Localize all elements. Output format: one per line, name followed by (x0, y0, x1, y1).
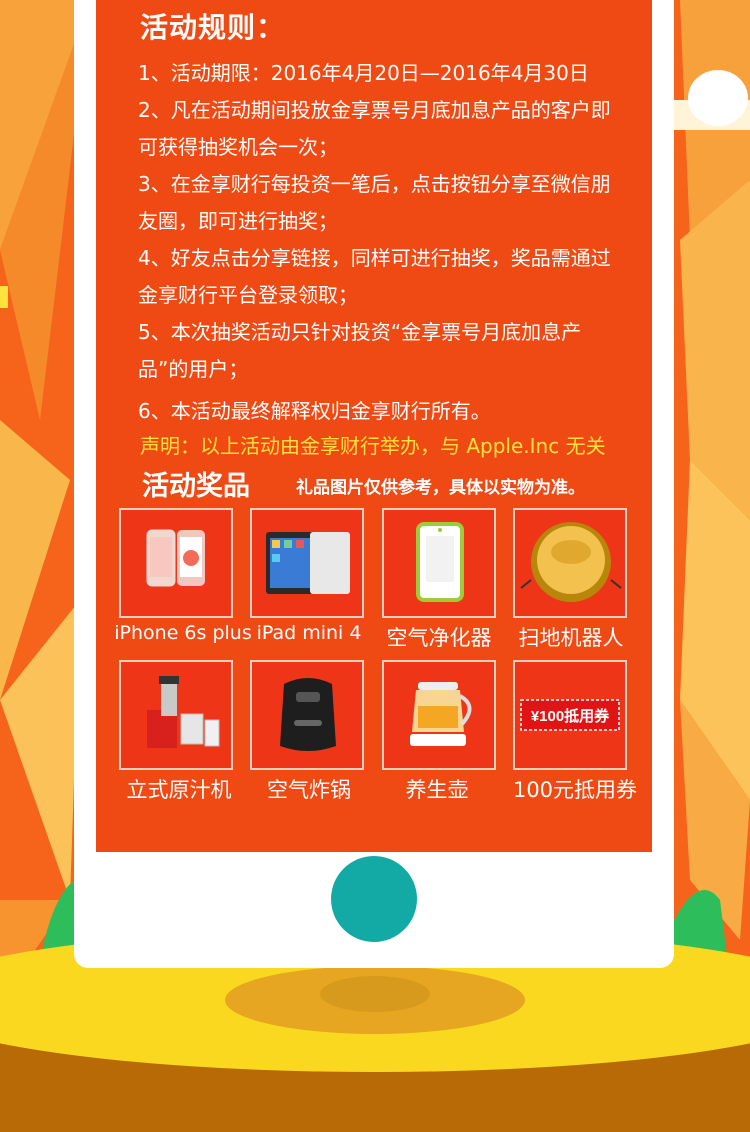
prizes-title: 活动奖品 (142, 471, 250, 502)
prize-tile-air-fryer[interactable] (250, 660, 364, 770)
prize-tile-air-purifier[interactable] (382, 508, 496, 618)
prize-label-ipad: iPad mini 4 (256, 622, 362, 644)
prize-tile-iphone[interactable] (119, 508, 233, 618)
home-button[interactable] (331, 856, 417, 942)
air-fryer-icon (280, 678, 336, 751)
rule-item-1: 1、活动期限：2016年4月20日—2016年4月30日 (138, 61, 589, 85)
disclaimer-statement: 声明：以上活动由金享财行举办，与 Apple.Inc 无关 (140, 434, 606, 458)
prize-tile-juicer[interactable] (119, 660, 233, 770)
prize-label-air-purifier: 空气净化器 (386, 626, 492, 650)
prize-tile-health-kettle[interactable] (382, 660, 496, 770)
svg-text:¥100抵用券: ¥100抵用券 (531, 707, 610, 725)
rules-title: 活动规则： (140, 11, 286, 44)
prize-tile-ipad[interactable] (250, 508, 364, 618)
prizes-note: 礼品图片仅供参考，具体以实物为准。 (296, 478, 585, 498)
prize-label-robot-vacuum: 扫地机器人 (518, 626, 624, 650)
prize-label-health-kettle: 养生壶 (405, 778, 469, 802)
rule-item-6: 6、本活动最终解释权归金享财行所有。 (138, 399, 491, 423)
prize-tile-robot-vacuum[interactable] (513, 508, 627, 618)
health-kettle-icon (410, 682, 472, 746)
rule-item-3: 3、在金享财行每投资一笔后，点击按钮分享至微信朋友圈，即可进行抽奖； (138, 172, 611, 233)
rule-item-4: 4、好友点击分享链接，同样可进行抽奖，奖品需通过金享财行平台登录领取； (138, 246, 611, 307)
prize-label-voucher: 100元抵用券 (512, 778, 638, 802)
iphone-icon (146, 529, 205, 587)
juicer-icon (147, 676, 220, 748)
ipad-icon (266, 532, 350, 594)
voucher-icon: ¥100抵用券 (520, 699, 620, 731)
rule-item-5: 5、本次抽奖活动只针对投资“金享票号月底加息产品”的用户； (138, 320, 582, 381)
air-purifier-icon (416, 522, 464, 602)
rule-item-2: 2、凡在活动期间投放金享票号月底加息产品的客户即可获得抽奖机会一次； (138, 98, 611, 159)
robot-vacuum-icon (520, 522, 622, 602)
prize-label-juicer: 立式原汁机 (126, 778, 232, 802)
prize-tile-voucher[interactable]: ¥100抵用券 (513, 660, 627, 770)
